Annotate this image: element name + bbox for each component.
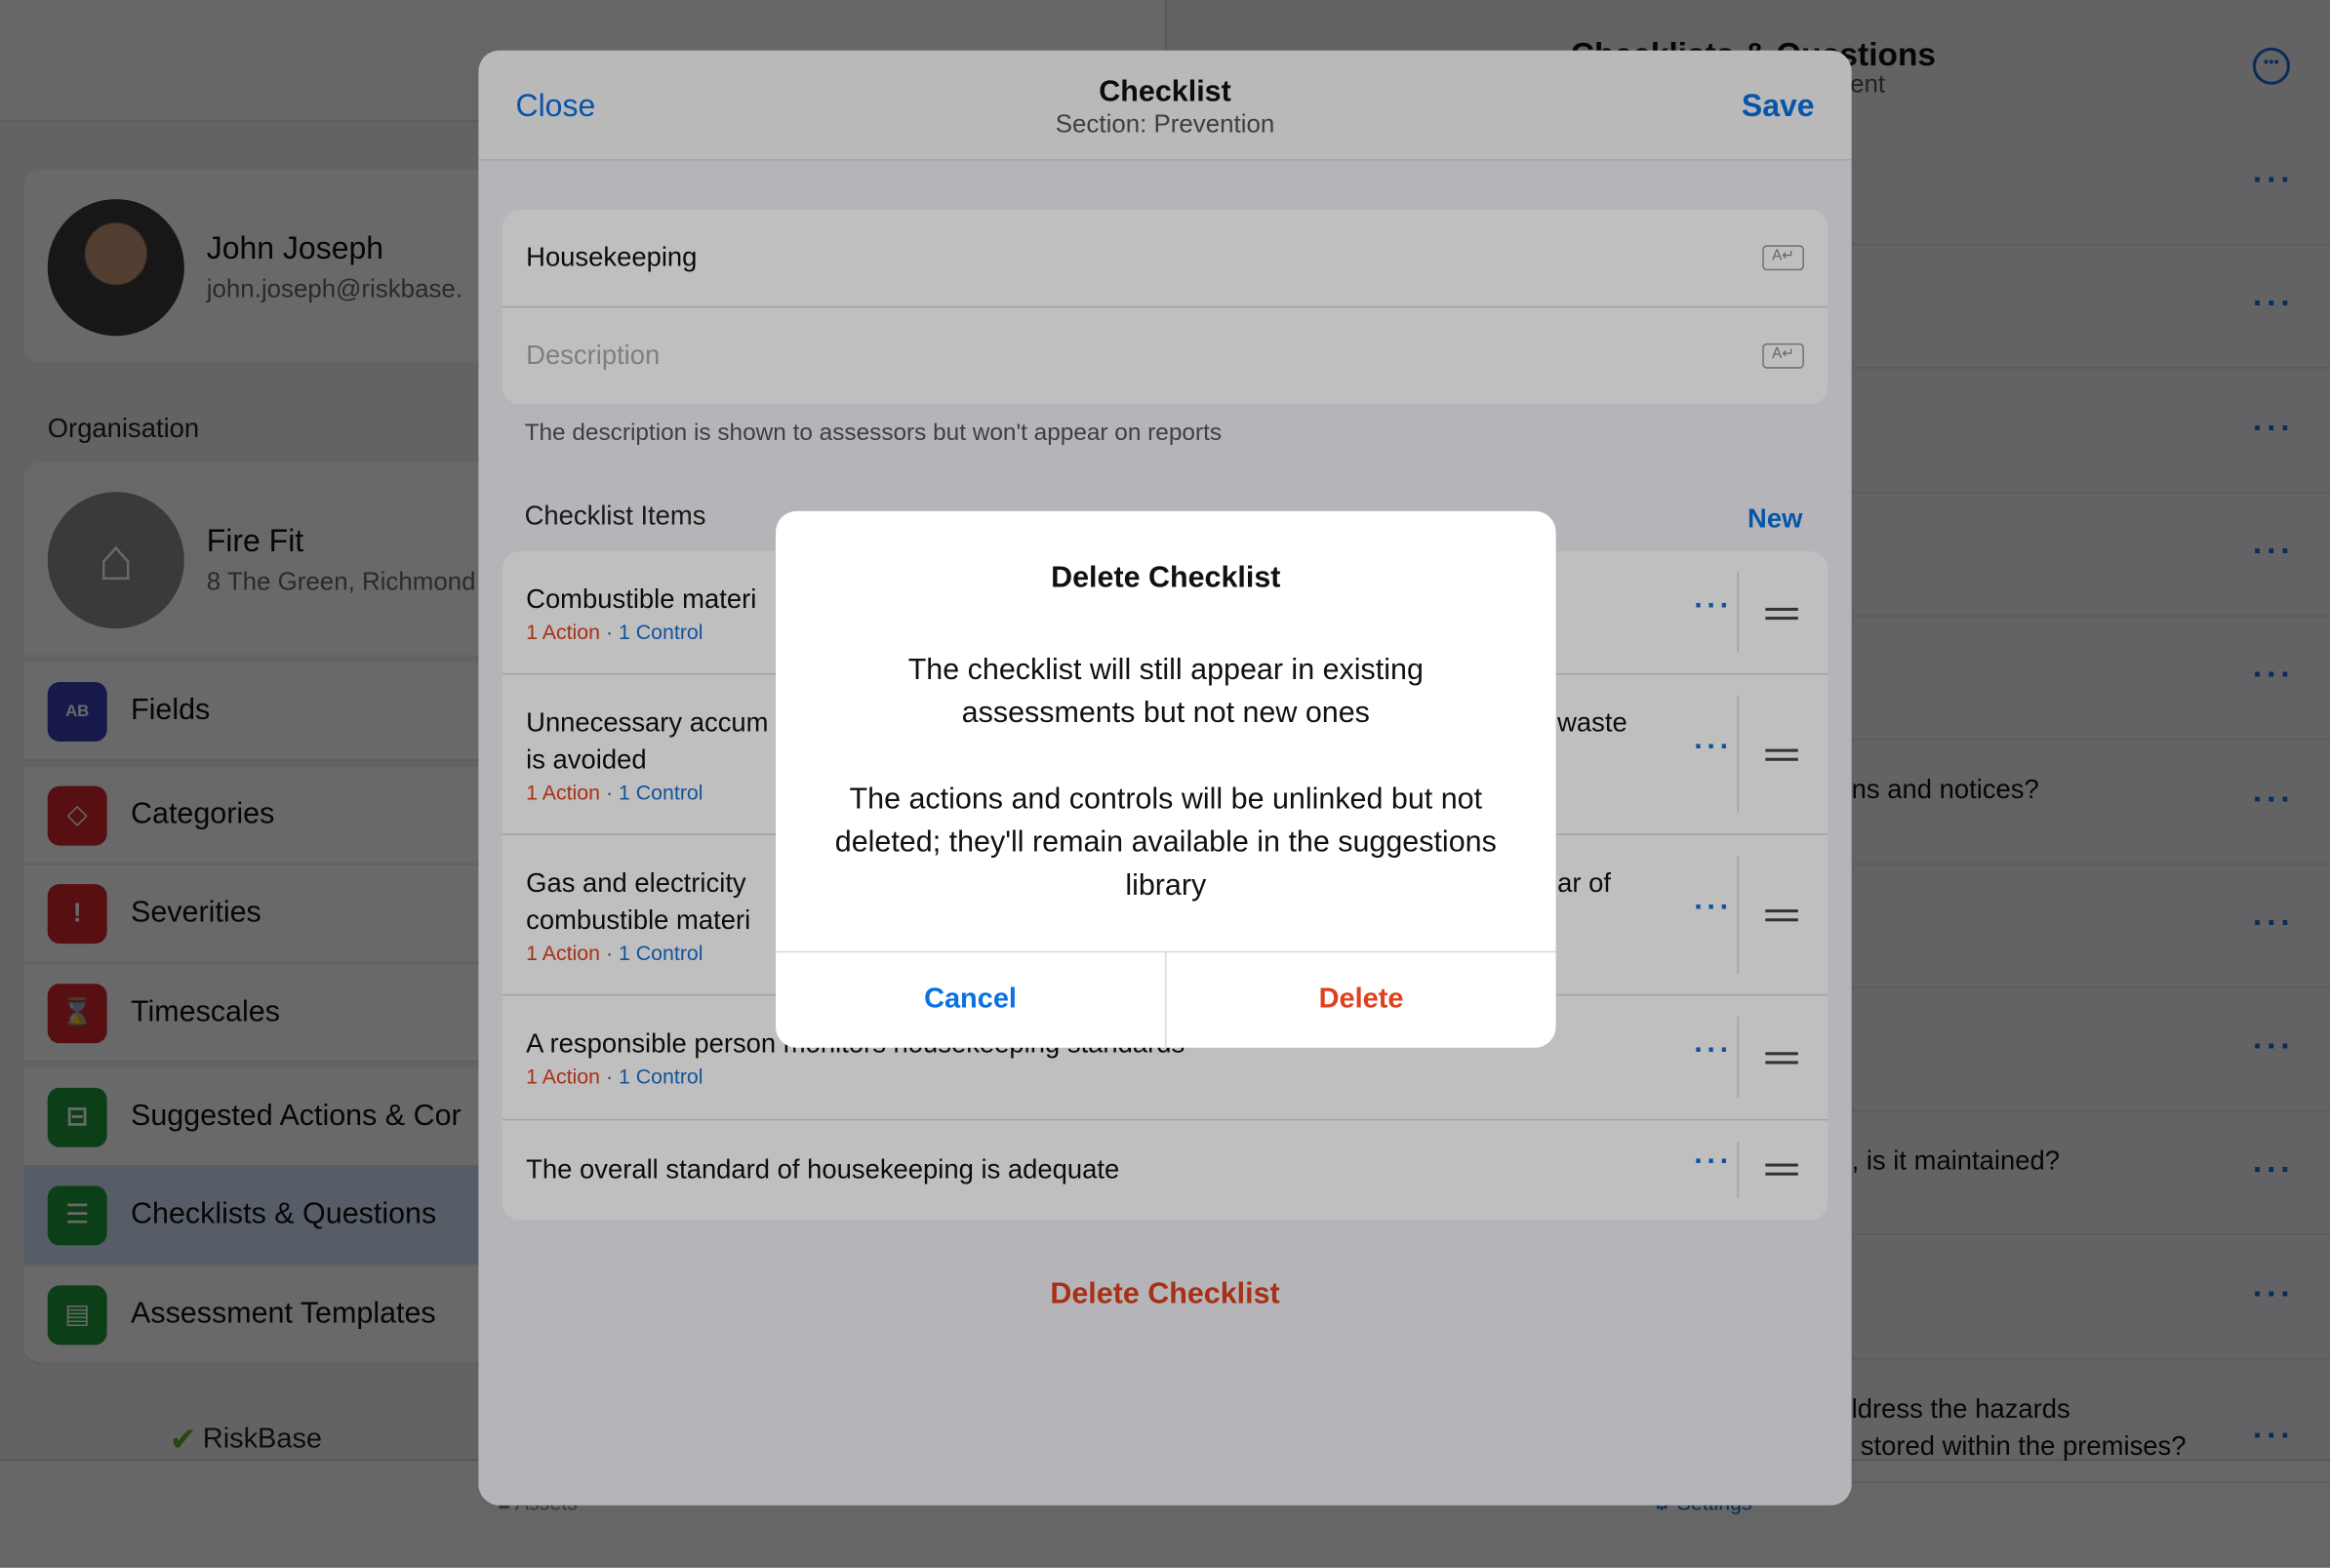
- delete-checklist-alert: Delete Checklist The checklist will stil…: [776, 510, 1556, 1048]
- alert-title: Delete Checklist: [1051, 561, 1281, 595]
- alert-message-2: The actions and controls will be unlinke…: [834, 783, 1497, 903]
- cancel-button[interactable]: Cancel: [776, 952, 1165, 1047]
- alert-message-1: The checklist will still appear in exist…: [907, 654, 1424, 730]
- delete-button[interactable]: Delete: [1167, 952, 1556, 1047]
